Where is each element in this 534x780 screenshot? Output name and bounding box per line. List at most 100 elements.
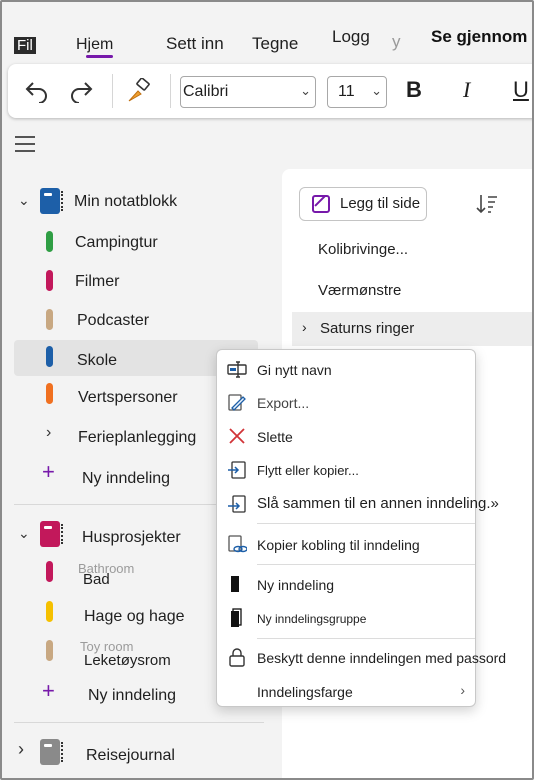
page-item[interactable]: Værmønstre — [318, 282, 401, 299]
redo-icon[interactable] — [66, 76, 96, 106]
section-color-tab — [46, 561, 53, 582]
section-campingtur[interactable]: Campingtur — [14, 224, 258, 260]
toolbar-separator — [170, 74, 171, 108]
tab-sett-inn[interactable]: Sett inn — [166, 34, 224, 54]
chevron-right-icon[interactable]: › — [46, 424, 51, 442]
new-section-label: Ny inndeling — [88, 687, 177, 704]
menu-item-export[interactable]: Export... — [217, 387, 475, 417]
add-page-label: Legg til side — [340, 195, 421, 212]
toolbar-separator — [112, 74, 113, 108]
page-item[interactable]: Kolibrivinge... — [318, 241, 408, 258]
ribbon-toolbar: Calibri ⌄ 11 ⌄ B I U — [8, 64, 532, 118]
menu-item-label: Flytt eller kopier... — [257, 463, 359, 478]
menu-item-rename[interactable]: Gi nytt navn — [217, 354, 475, 384]
menu-separator — [257, 638, 475, 639]
chevron-down-icon: ⌄ — [371, 83, 382, 98]
section-color-tab — [46, 309, 53, 330]
chevron-down-icon[interactable]: ⌄ — [18, 192, 30, 209]
section-label: Filmer — [75, 273, 120, 290]
section-label: Hage og hage — [84, 608, 185, 625]
notebook-label: Reisejournal — [86, 747, 175, 764]
tab-hjem[interactable]: Hjem — [76, 36, 114, 58]
section-color-tab — [46, 383, 53, 404]
section-group-icon — [227, 608, 247, 628]
section-filmer[interactable]: Filmer — [14, 263, 258, 299]
add-page-button[interactable]: Legg til side — [299, 187, 427, 221]
menu-item-label: Kopier kobling til inndeling — [257, 537, 420, 553]
sort-icon[interactable] — [475, 193, 499, 215]
menu-item-password-protect[interactable]: Beskytt denne inndelingen med passord — [217, 642, 506, 672]
menu-item-delete[interactable]: Slette — [217, 421, 475, 451]
format-painter-icon[interactable] — [124, 76, 154, 106]
tab-se-gjennom[interactable]: Se gjennom — [431, 27, 527, 47]
plus-icon: + — [42, 459, 55, 484]
section-label: Ferieplanlegging — [78, 429, 197, 446]
section-label: Leketøysrom — [84, 652, 171, 669]
section-color-tab — [46, 231, 53, 252]
lock-icon — [227, 647, 247, 667]
font-size-value: 11 — [338, 83, 355, 100]
section-color-tab — [46, 601, 53, 622]
section-podcaster[interactable]: Podcaster — [14, 302, 258, 338]
menu-item-new-section-group[interactable]: Ny inndelingsgruppe — [217, 603, 475, 633]
menu-bar: Fil Hjem Sett inn Tegne Logg y Se gjenno… — [2, 2, 532, 62]
section-label: Bad — [83, 571, 110, 588]
notebook-icon — [40, 739, 63, 765]
section-color-tab — [46, 640, 53, 661]
section-label: Vertspersoner — [78, 389, 178, 406]
menu-item-copy-link[interactable]: Kopier kobling til inndeling — [217, 529, 475, 559]
menu-separator — [257, 523, 475, 524]
bold-button[interactable]: B — [406, 77, 422, 103]
merge-icon — [227, 494, 247, 514]
menu-item-label: Gi nytt navn — [257, 362, 332, 378]
chevron-down-icon: ⌄ — [300, 83, 311, 98]
tab-tegne[interactable]: Tegne — [252, 34, 298, 54]
menu-item-label: Inndelingsfarge — [257, 684, 353, 700]
menu-item-move-copy[interactable]: Flytt eller kopier... — [217, 455, 475, 485]
tab-fil[interactable]: Fil — [14, 37, 36, 54]
new-section-label: Ny inndeling — [82, 470, 171, 487]
italic-button[interactable]: I — [463, 77, 470, 103]
menu-item-label: Export... — [257, 395, 310, 411]
menu-item-label: Ny inndeling — [257, 577, 335, 593]
page-item-selected[interactable]: › Saturns ringer — [292, 312, 532, 346]
menu-separator — [257, 564, 475, 565]
menu-item-label: Ny inndelingsgruppe — [257, 612, 367, 626]
section-label: Skole — [77, 352, 118, 369]
menu-item-new-section[interactable]: Ny inndeling — [217, 569, 475, 599]
chevron-down-icon[interactable]: ⌄ — [18, 525, 30, 542]
section-icon — [227, 574, 247, 594]
menu-item-label: Beskytt denne inndelingen med passord — [257, 650, 507, 666]
section-color-tab — [46, 270, 53, 291]
page-label: Saturns ringer — [320, 320, 415, 337]
underline-button[interactable]: U — [513, 77, 529, 103]
link-icon — [227, 534, 248, 554]
notebook-label: Husprosjekter — [82, 529, 181, 546]
undo-icon[interactable] — [22, 76, 52, 106]
notebook-min-notatblokk[interactable]: ⌄ Min notatblokk — [14, 184, 258, 220]
notebook-reisejournal[interactable]: › Reisejournal — [14, 735, 258, 771]
notebook-icon — [40, 521, 63, 547]
add-page-icon — [312, 195, 330, 213]
delete-x-icon — [227, 426, 247, 446]
section-label: Campingtur — [75, 234, 158, 251]
font-name-dropdown[interactable]: Calibri ⌄ — [180, 76, 316, 108]
menu-item-section-color[interactable]: Inndelingsfarge › — [217, 676, 475, 706]
section-color-tab — [46, 346, 53, 367]
menu-item-label: Slette — [257, 429, 293, 445]
hamburger-menu-icon[interactable] — [15, 136, 35, 152]
plus-icon: + — [42, 678, 55, 703]
onenote-window: Fil Hjem Sett inn Tegne Logg y Se gjenno… — [0, 0, 534, 780]
export-icon — [227, 392, 247, 412]
rename-icon — [227, 359, 247, 379]
chevron-right-icon[interactable]: › — [302, 319, 307, 335]
menu-item-merge[interactable]: Slå sammen til en annen inndeling.» — [217, 489, 499, 519]
tab-ghost-y: y — [392, 32, 401, 51]
section-label: Podcaster — [77, 312, 150, 329]
chevron-right-icon[interactable]: › — [18, 739, 24, 760]
font-size-dropdown[interactable]: 11 ⌄ — [327, 76, 387, 108]
notebook-label: Min notatblokk — [74, 193, 178, 210]
font-name-value: Calibri — [183, 83, 229, 100]
tab-logg[interactable]: Logg — [332, 27, 370, 47]
move-icon — [227, 460, 247, 480]
